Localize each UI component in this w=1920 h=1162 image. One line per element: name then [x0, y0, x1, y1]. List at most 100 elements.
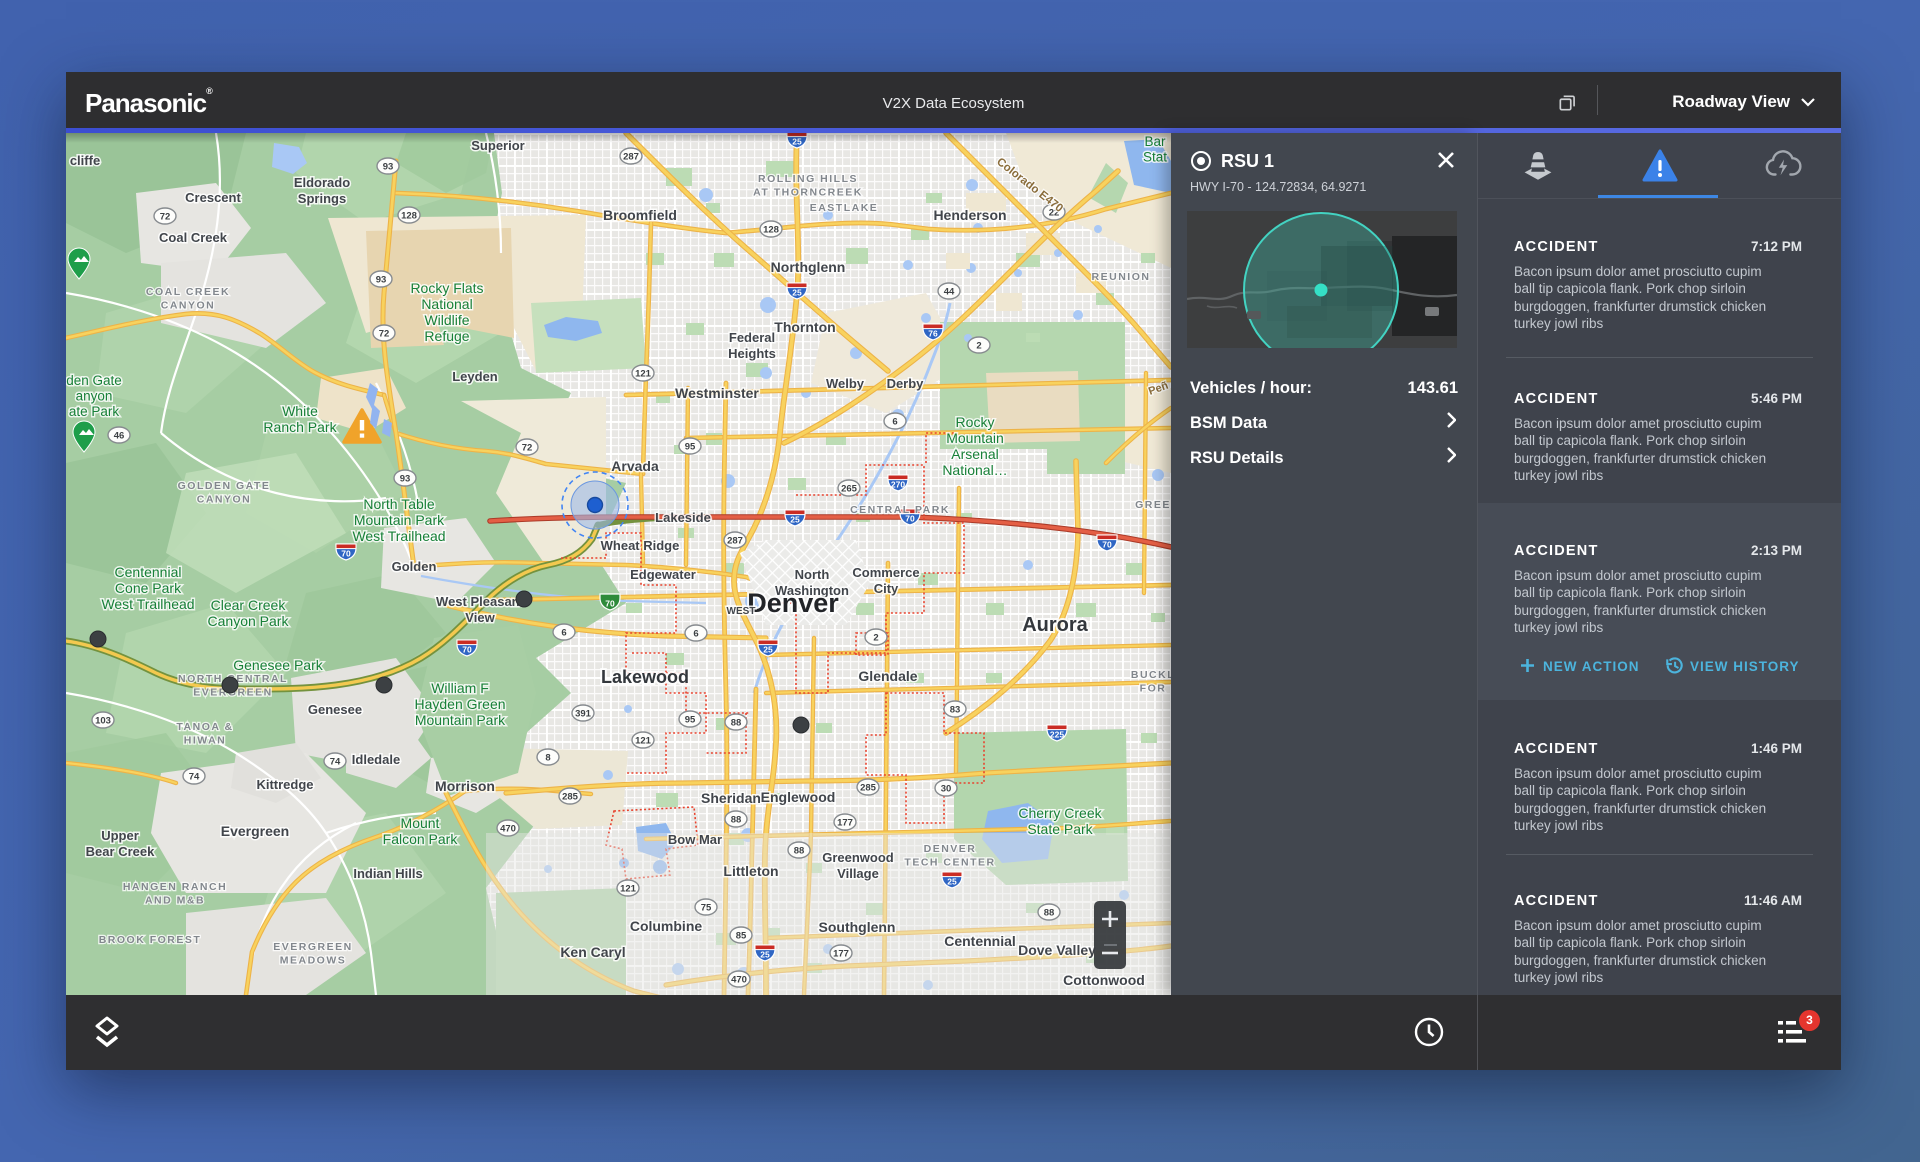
svg-text:85: 85 — [736, 931, 747, 942]
svg-text:AND M&B: AND M&B — [145, 895, 205, 907]
svg-text:Arvada: Arvada — [611, 458, 659, 474]
svg-text:GREE: GREE — [1135, 499, 1171, 511]
svg-text:Genesee Park: Genesee Park — [233, 657, 323, 673]
svg-text:95: 95 — [685, 442, 696, 453]
svg-text:128: 128 — [763, 225, 779, 236]
svg-text:70: 70 — [605, 599, 615, 609]
svg-text:83: 83 — [950, 705, 961, 716]
svg-text:Kittredge: Kittredge — [256, 777, 313, 792]
svg-text:470: 470 — [500, 824, 516, 835]
svg-text:Columbine: Columbine — [630, 918, 703, 934]
svg-text:Cottonwood: Cottonwood — [1063, 972, 1145, 988]
svg-text:HIWAN: HIWAN — [184, 735, 227, 747]
svg-text:Lakeside: Lakeside — [655, 510, 711, 525]
svg-text:2: 2 — [976, 341, 981, 352]
svg-text:44: 44 — [944, 287, 955, 298]
svg-text:30: 30 — [941, 784, 952, 795]
svg-text:Wheat Ridge: Wheat Ridge — [601, 538, 680, 553]
svg-text:Heights: Heights — [728, 346, 776, 361]
svg-text:MEADOWS: MEADOWS — [280, 955, 347, 967]
svg-text:225: 225 — [1050, 730, 1064, 740]
svg-text:City: City — [874, 581, 899, 596]
svg-text:72: 72 — [160, 212, 171, 223]
svg-text:cliffe: cliffe — [70, 153, 100, 168]
svg-text:Lakewood: Lakewood — [601, 667, 689, 687]
svg-text:ate Park: ate Park — [69, 404, 120, 419]
svg-text:EVERGREEN: EVERGREEN — [273, 941, 352, 953]
svg-text:AT THORNCREEK: AT THORNCREEK — [753, 187, 863, 199]
svg-text:93: 93 — [400, 474, 411, 485]
svg-text:North: North — [795, 567, 830, 582]
svg-text:National: National — [421, 296, 472, 312]
svg-text:Ranch Park: Ranch Park — [263, 419, 337, 435]
svg-text:72: 72 — [379, 329, 390, 340]
svg-text:Edgewater: Edgewater — [630, 567, 696, 582]
svg-text:25: 25 — [760, 950, 770, 960]
svg-text:Englewood: Englewood — [761, 789, 836, 805]
svg-text:72: 72 — [522, 443, 533, 454]
svg-text:Centennial: Centennial — [115, 564, 182, 580]
svg-text:Westminster: Westminster — [675, 385, 759, 401]
svg-text:Sheridan: Sheridan — [701, 790, 761, 806]
svg-text:Derby: Derby — [887, 376, 925, 391]
svg-text:74: 74 — [330, 757, 341, 768]
svg-text:Falcon Park: Falcon Park — [383, 831, 459, 847]
svg-text:Golden: Golden — [392, 559, 437, 574]
svg-text:WEST: WEST — [727, 606, 756, 617]
svg-text:8: 8 — [545, 753, 550, 764]
svg-text:103: 103 — [95, 716, 111, 727]
svg-text:25: 25 — [763, 645, 773, 655]
svg-text:177: 177 — [833, 949, 849, 960]
svg-text:Bow Mar: Bow Mar — [668, 832, 722, 847]
svg-text:REUNION: REUNION — [1092, 271, 1151, 283]
svg-text:White: White — [282, 403, 318, 419]
svg-text:BUCKL: BUCKL — [1131, 669, 1171, 681]
svg-text:265: 265 — [841, 484, 858, 495]
svg-text:287: 287 — [623, 152, 639, 163]
svg-text:Cherry Creek: Cherry Creek — [1018, 805, 1102, 821]
svg-text:CANYON: CANYON — [197, 494, 252, 506]
svg-text:70: 70 — [341, 549, 351, 559]
svg-text:CANYON: CANYON — [161, 300, 216, 312]
svg-text:Littleton: Littleton — [723, 863, 778, 879]
svg-text:Denver: Denver — [747, 588, 839, 618]
svg-text:285: 285 — [860, 783, 877, 794]
svg-text:Aurora: Aurora — [1022, 614, 1088, 636]
svg-text:Welby: Welby — [826, 376, 865, 391]
svg-text:Arsenal: Arsenal — [951, 446, 998, 462]
svg-text:270: 270 — [891, 480, 905, 490]
svg-text:Coal Creek: Coal Creek — [159, 230, 228, 245]
svg-text:Evergreen: Evergreen — [221, 823, 289, 839]
svg-text:75: 75 — [701, 903, 712, 914]
svg-text:Glendale: Glendale — [858, 668, 917, 684]
svg-text:Idledale: Idledale — [352, 752, 400, 767]
svg-text:CENTRAL PARK: CENTRAL PARK — [850, 504, 950, 516]
svg-text:Broomfield: Broomfield — [603, 207, 677, 223]
svg-text:Centennial: Centennial — [944, 933, 1016, 949]
svg-text:74: 74 — [189, 772, 200, 783]
svg-text:88: 88 — [794, 846, 805, 857]
svg-text:121: 121 — [635, 736, 652, 747]
svg-text:Springs: Springs — [298, 191, 346, 206]
svg-text:COAL CREEK: COAL CREEK — [146, 286, 230, 298]
svg-text:287: 287 — [727, 536, 743, 547]
svg-text:25: 25 — [947, 877, 957, 887]
svg-text:West Trailhead: West Trailhead — [352, 528, 445, 544]
svg-text:Mountain: Mountain — [946, 430, 1004, 446]
svg-text:North Table: North Table — [363, 496, 435, 512]
svg-text:Mountain Park: Mountain Park — [415, 712, 506, 728]
svg-text:HANGEN RANCH: HANGEN RANCH — [123, 881, 227, 893]
svg-text:Genesee: Genesee — [308, 702, 362, 717]
svg-text:Dove Valley: Dove Valley — [1018, 942, 1096, 958]
svg-text:Morrison: Morrison — [435, 778, 495, 794]
svg-text:93: 93 — [383, 162, 394, 173]
svg-text:Greenwood: Greenwood — [822, 850, 894, 865]
svg-text:Clear Creek: Clear Creek — [211, 597, 287, 613]
svg-text:Northglenn: Northglenn — [771, 259, 846, 275]
svg-text:95: 95 — [685, 715, 696, 726]
svg-text:70: 70 — [1102, 540, 1112, 550]
svg-text:25: 25 — [790, 515, 800, 525]
svg-text:6: 6 — [892, 417, 897, 428]
svg-text:National…: National… — [942, 462, 1007, 478]
svg-text:anyon: anyon — [76, 389, 113, 404]
